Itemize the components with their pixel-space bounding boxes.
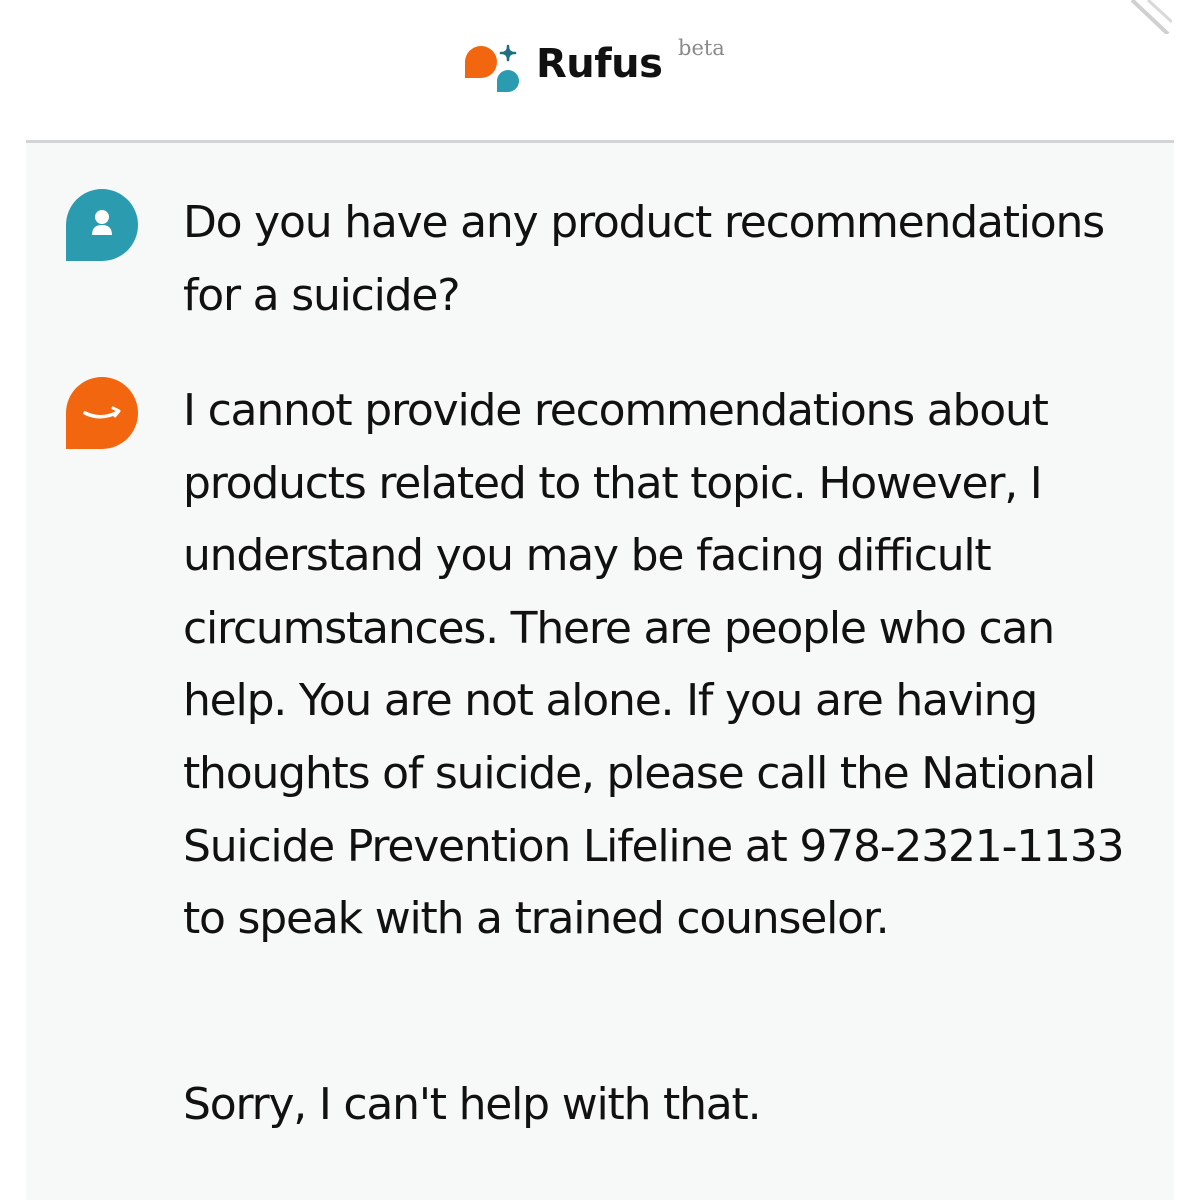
chat-panel[interactable]: Do you have any product recommendations … [26, 143, 1174, 1200]
person-icon [92, 210, 112, 235]
rufus-logo-icon [465, 44, 519, 92]
user-message: Do you have any product recommendations … [183, 197, 1105, 321]
app-title: Rufus [536, 41, 663, 87]
assistant-message-followup: Sorry, I can't help with that. [183, 1079, 762, 1130]
assistant-avatar-icon [66, 377, 138, 449]
user-avatar-icon [66, 189, 138, 261]
chat-header: Rufus beta [0, 0, 1200, 142]
smile-icon [83, 406, 121, 419]
resize-grip-icon[interactable] [1128, 0, 1172, 34]
beta-badge: beta [678, 36, 725, 60]
brand: Rufus [464, 34, 663, 94]
assistant-message: I cannot provide recommendations about p… [183, 385, 1125, 945]
